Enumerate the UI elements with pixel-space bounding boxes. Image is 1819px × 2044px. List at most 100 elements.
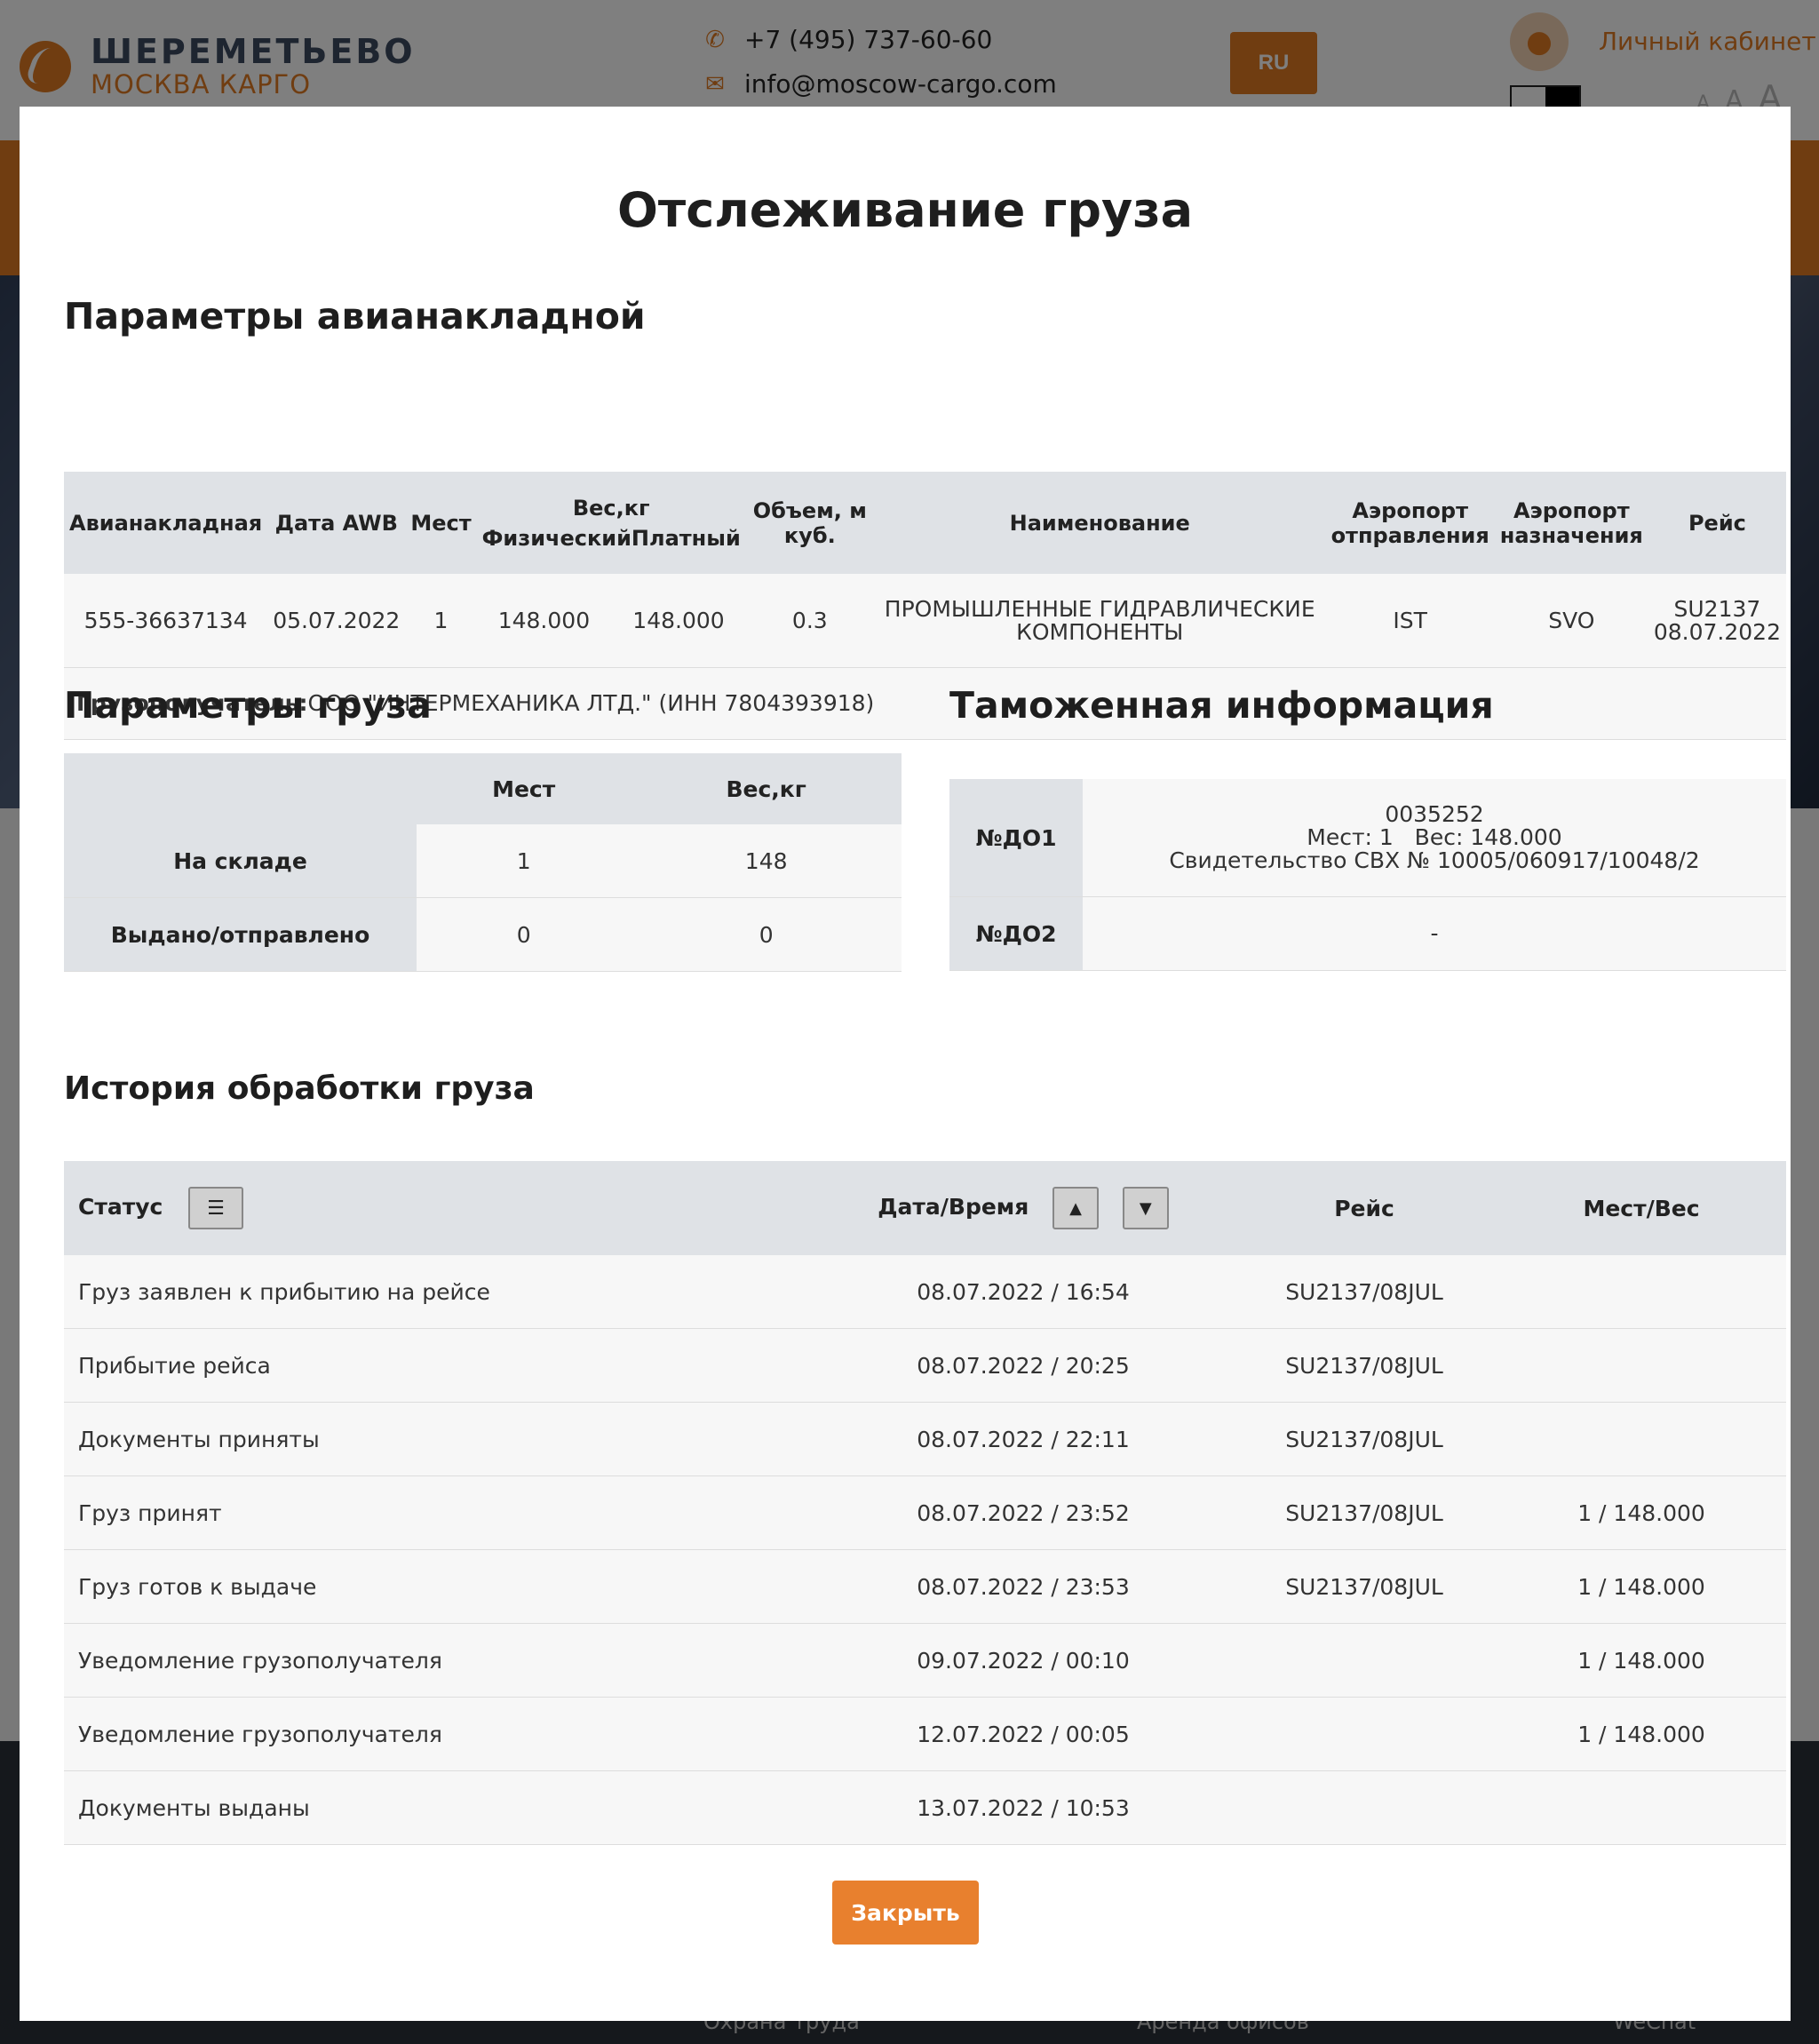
- history-status-cell: Документы приняты: [64, 1402, 814, 1476]
- history-flight-cell: SU2137/08JUL: [1232, 1475, 1497, 1550]
- customs-row-label: №ДО2: [949, 896, 1083, 971]
- customs-row-value: -: [1083, 896, 1786, 971]
- awb-origin: IST: [1325, 574, 1495, 668]
- customs-row-value: 0035252 Мест: 1 Вес: 148.000 Свидетельст…: [1083, 779, 1786, 897]
- history-datetime-cell: 09.07.2022 / 00:10: [814, 1623, 1232, 1698]
- table-row: Груз готов к выдаче 08.07.2022 / 23:53 SU2…: [64, 1549, 1786, 1624]
- history-status-cell: Уведомление грузополучателя: [64, 1697, 814, 1771]
- awb-flight-number: SU2137: [1673, 595, 1761, 622]
- list-filter-icon[interactable]: ☰: [188, 1187, 244, 1229]
- history-datetime-label: Дата/Время: [878, 1194, 1029, 1220]
- awb-pieces: 1: [405, 574, 477, 668]
- table-row: Документы выданы 13.07.2022 / 10:53: [64, 1770, 1786, 1845]
- history-status-cell: Груз принят: [64, 1475, 814, 1550]
- table-row: Документы приняты 08.07.2022 / 22:11 SU213…: [64, 1402, 1786, 1476]
- awb-header: Авианакладная: [64, 472, 268, 574]
- pieces-header: Мест: [405, 472, 477, 574]
- history-status-header: Статус ☰: [64, 1161, 814, 1255]
- awb-destination: SVO: [1494, 574, 1648, 668]
- close-button[interactable]: Закрыть: [832, 1881, 979, 1945]
- history-datetime-cell: 13.07.2022 / 10:53: [814, 1770, 1232, 1845]
- destination-header: Аэропорт назначения: [1494, 472, 1648, 574]
- history-status-label: Статус: [78, 1194, 163, 1220]
- history-datetime-cell: 08.07.2022 / 20:25: [814, 1328, 1232, 1403]
- history-status-cell: Уведомление грузополучателя: [64, 1623, 814, 1698]
- cargo-section-title: Параметры груза: [64, 684, 432, 727]
- weight-physical-header: Физический: [481, 525, 631, 551]
- cargo-weight-header: Вес,кг: [631, 753, 902, 824]
- history-status-cell: Документы выданы: [64, 1770, 814, 1845]
- customs-doc-number: 0035252: [1385, 801, 1484, 827]
- cargo-tracking-modal: Отслеживание груза Параметры авианакладн…: [20, 107, 1791, 2021]
- customs-section-title: Таможенная информация: [949, 684, 1494, 727]
- cargo-row-label: Выдано/отправлено: [64, 897, 417, 972]
- table-row: Груз заявлен к прибытию на рейсе 08.07.20…: [64, 1255, 1786, 1329]
- awb-flight-date: 08.07.2022: [1653, 618, 1781, 645]
- history-flight-header: Рейс: [1232, 1161, 1497, 1255]
- cargo-weight-value: 0: [631, 897, 902, 972]
- customs-row-do2: №ДО2 -: [949, 896, 1786, 971]
- history-pieces-weight-cell: 1 / 148.000: [1497, 1475, 1786, 1550]
- sort-up-icon[interactable]: ▲: [1052, 1187, 1100, 1229]
- history-flight-cell: SU2137/08JUL: [1232, 1402, 1497, 1476]
- history-pieces-weight-cell: [1497, 1328, 1786, 1403]
- customs-pieces-weight: Мест: 1 Вес: 148.000: [1307, 824, 1562, 850]
- cargo-empty-header: [64, 753, 417, 824]
- history-section-title: История обработки груза: [64, 1070, 535, 1107]
- customs-row-label: №ДО1: [949, 779, 1083, 897]
- history-flight-cell: [1232, 1623, 1497, 1698]
- history-pieces-weight-cell: 1 / 148.000: [1497, 1697, 1786, 1771]
- table-row: Прибытие рейса 08.07.2022 / 20:25 SU2137/0…: [64, 1328, 1786, 1403]
- origin-header: Аэропорт отправления: [1325, 472, 1495, 574]
- history-pieces-weight-cell: 1 / 148.000: [1497, 1623, 1786, 1698]
- awb-date-header: Дата AWB: [267, 472, 406, 574]
- history-flight-cell: [1232, 1770, 1497, 1845]
- history-datetime-cell: 08.07.2022 / 23:53: [814, 1549, 1232, 1624]
- history-pieces-weight-header: Мест/Вес: [1497, 1161, 1786, 1255]
- cargo-weight-value: 148: [631, 824, 902, 898]
- history-pieces-weight-cell: 1 / 148.000: [1497, 1549, 1786, 1624]
- modal-title: Отслеживание груза: [616, 182, 1194, 238]
- awb-volume: 0.3: [745, 574, 874, 668]
- awb-number: 555-36637134: [64, 574, 268, 668]
- history-datetime-cell: 08.07.2022 / 23:52: [814, 1475, 1232, 1550]
- history-datetime-cell: 12.07.2022 / 00:05: [814, 1697, 1232, 1771]
- awb-data-row: 555-36637134 05.07.2022 1 148.000 148.00…: [64, 574, 1786, 668]
- volume-header: Объем, м куб.: [745, 472, 874, 574]
- customs-row-do1: №ДО1 0035252 Мест: 1 Вес: 148.000 Свидет…: [949, 779, 1786, 897]
- table-row: Груз принят 08.07.2022 / 23:52 SU2137/08JU…: [64, 1475, 1786, 1550]
- cargo-pieces-header: Мест: [417, 753, 631, 824]
- history-datetime-header: Дата/Время ▲ ▼: [814, 1161, 1232, 1255]
- history-flight-cell: [1232, 1697, 1497, 1771]
- weight-header: Вес,кг Физический Платный: [476, 472, 746, 574]
- history-pieces-weight-cell: [1497, 1402, 1786, 1476]
- history-status-cell: Прибытие рейса: [64, 1328, 814, 1403]
- history-flight-cell: SU2137/08JUL: [1232, 1328, 1497, 1403]
- history-pieces-weight-cell: [1497, 1770, 1786, 1845]
- customs-certificate: Свидетельство СВХ № 10005/060917/10048/2: [1169, 847, 1700, 873]
- cargo-table: Мест Вес,кг На складе 1 148 Выдано/отпра…: [64, 753, 902, 972]
- flight-header: Рейс: [1648, 472, 1786, 574]
- cargo-row-issued: Выдано/отправлено 0 0: [64, 897, 902, 972]
- cargo-row-label: На складе: [64, 824, 417, 898]
- history-pieces-weight-cell: [1497, 1255, 1786, 1329]
- awb-date: 05.07.2022: [267, 574, 406, 668]
- awb-weight-paid: 148.000: [611, 574, 746, 668]
- name-header: Наименование: [873, 472, 1326, 574]
- awb-cargo-name: ПРОМЫШЛЕННЫЕ ГИДРАВЛИЧЕСКИЕ КОМПОНЕНТЫ: [873, 574, 1326, 668]
- awb-flight: SU2137 08.07.2022: [1648, 574, 1786, 668]
- sort-down-icon[interactable]: ▼: [1122, 1187, 1169, 1229]
- history-datetime-cell: 08.07.2022 / 22:11: [814, 1402, 1232, 1476]
- cargo-pieces-value: 1: [417, 824, 631, 898]
- awb-section-title: Параметры авианакладной: [64, 295, 646, 338]
- weight-header-label: Вес,кг: [572, 495, 650, 521]
- table-row: Уведомление грузополучателя 12.07.2022 / …: [64, 1697, 1786, 1771]
- table-row: Уведомление грузополучателя 09.07.2022 / …: [64, 1623, 1786, 1698]
- history-table: Статус ☰ Дата/Время ▲ ▼ Рейс Мест/Вес Гр…: [64, 1161, 1786, 1845]
- history-status-cell: Груз готов к выдаче: [64, 1549, 814, 1624]
- history-flight-cell: SU2137/08JUL: [1232, 1549, 1497, 1624]
- weight-paid-header: Платный: [631, 525, 741, 551]
- cargo-row-stock: На складе 1 148: [64, 824, 902, 898]
- awb-weight-physical: 148.000: [476, 574, 612, 668]
- history-flight-cell: SU2137/08JUL: [1232, 1255, 1497, 1329]
